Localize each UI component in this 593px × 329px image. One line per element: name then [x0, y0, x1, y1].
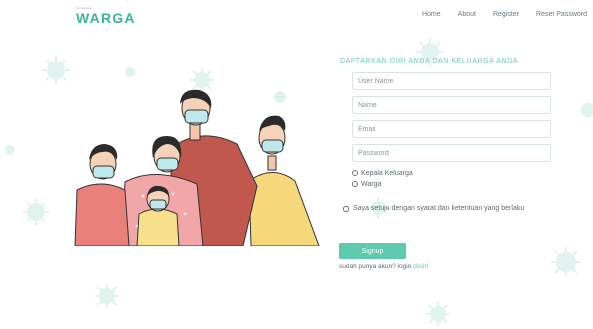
- brand-name: WARGA: [76, 10, 136, 26]
- username-input[interactable]: [352, 72, 551, 90]
- nav-register[interactable]: Register: [493, 11, 519, 18]
- password-input[interactable]: [352, 144, 551, 162]
- radio-warga-label: Warga: [361, 180, 382, 188]
- register-form: DAFTARKAN DIRI ANDA DAN KELUARGA ANDA Ke…: [339, 58, 554, 270]
- login-prompt-text: sudah punya akun? login: [339, 263, 412, 270]
- login-link[interactable]: disini: [413, 263, 428, 270]
- radio-kepala-keluarga-label: Kepala Keluarga: [361, 169, 413, 177]
- radio-kepala-keluarga[interactable]: Kepala Keluarga: [352, 168, 554, 178]
- radio-warga[interactable]: Warga: [352, 179, 554, 189]
- name-input[interactable]: [352, 96, 551, 114]
- nav-reset-password[interactable]: Reset Password: [536, 11, 587, 18]
- form-title: DAFTARKAN DIRI ANDA DAN KELUARGA ANDA: [340, 58, 519, 65]
- brand-logo[interactable]: Pendataan WARGA: [76, 6, 136, 26]
- radio-warga-input[interactable]: [352, 181, 358, 187]
- person-right: [248, 115, 320, 246]
- radio-kepala-keluarga-input[interactable]: [352, 170, 358, 176]
- agree-terms-label: Saya setuju dengan syarat dan ketentuan …: [353, 205, 525, 212]
- login-prompt: sudah punya akun? login disini: [339, 263, 554, 270]
- person-boy: [74, 144, 130, 246]
- top-nav: Home About Register Reset Password: [405, 11, 587, 18]
- nav-home[interactable]: Home: [422, 11, 441, 18]
- email-input[interactable]: [352, 120, 551, 138]
- nav-about[interactable]: About: [458, 11, 476, 18]
- agree-terms[interactable]: Saya setuju dengan syarat dan ketentuan …: [343, 205, 554, 212]
- agree-terms-checkbox[interactable]: [343, 205, 349, 212]
- signup-button[interactable]: Signup: [339, 243, 406, 259]
- family-illustration: [74, 89, 320, 246]
